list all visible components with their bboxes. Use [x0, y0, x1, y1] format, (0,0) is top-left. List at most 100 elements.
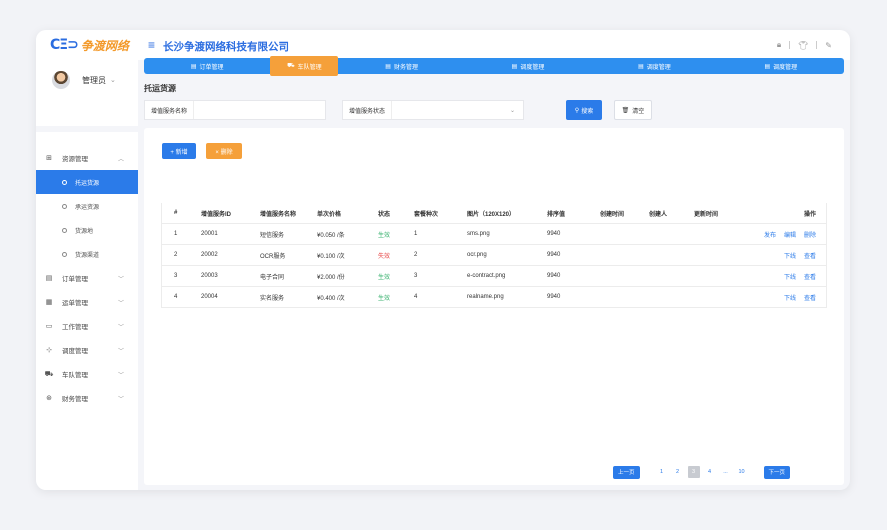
order-icon: ▤ [190, 63, 197, 70]
folder-icon: ▭ [45, 323, 53, 330]
sidebar-item-label: 工作管理 [62, 324, 88, 331]
service-id: 20004 [201, 294, 218, 300]
app-window: CΞ⊃ 争渡网络 ≡ 长沙争渡网络科技有限公司 🔒︎ 👕︎ ✎ 管理员 ⌄ ⊞ … [36, 30, 850, 490]
status-badge: 生效 [378, 274, 391, 281]
service-id: 20001 [201, 231, 218, 237]
circle-icon [62, 251, 67, 257]
service-name: 实名服务 [260, 295, 285, 302]
offline-link[interactable]: 下线 [784, 251, 796, 260]
search-button[interactable]: ⚲ 搜索 [566, 100, 602, 120]
tab-dispatch-1[interactable]: ▤ 调度管理 [465, 58, 591, 74]
dispatch-icon: ▤ [638, 63, 644, 70]
delete-button[interactable]: × 删除 [206, 143, 242, 159]
logo-mark: CΞ⊃ [50, 37, 79, 53]
sidebar-item-dispatch[interactable]: ⊹ 调度管理 ﹀ [36, 338, 138, 362]
package-count: 1 [414, 231, 418, 237]
table-row: 3 20003 电子合同 ¥2.000 /份 生效 3 e-contract.p… [162, 265, 826, 286]
sidebar: 管理员 ⌄ ⊞ 资源管理 ︿ 托运货源 承运资源 货源地 货源渠道 ▤ 订单管理… [36, 60, 138, 490]
status-badge: 生效 [378, 295, 391, 302]
column-header: 更新时间 [694, 211, 719, 218]
grid-icon: ⊞ [46, 155, 52, 162]
tab-dispatch-3[interactable]: ▤ 调度管理 [718, 58, 844, 74]
sidebar-menu: ⊞ 资源管理 ︿ 托运货源 承运资源 货源地 货源渠道 ▤ 订单管理 ﹀ ▦ 运… [36, 146, 138, 410]
prev-page-button[interactable]: 上一页 [613, 465, 640, 479]
offline-link[interactable]: 下线 [784, 272, 796, 281]
service-status-select[interactable] [392, 101, 510, 119]
column-header: 增值服务名称 [260, 211, 297, 218]
circle-icon [62, 179, 67, 185]
row-actions: 发布 编辑 删除 [764, 224, 816, 244]
sidebar-subitem-origin[interactable]: 货源地 [36, 218, 138, 242]
sidebar-item-waybill[interactable]: ▦ 运单管理 ﹀ [36, 290, 138, 314]
page-title: 托运货源 [144, 84, 176, 93]
image-name: ocr.png [467, 252, 487, 258]
sort-value: 9940 [547, 294, 561, 300]
top-icons: 🔒︎ 👕︎ ✎ [777, 40, 832, 50]
lock-icon[interactable]: 🔒︎ [777, 40, 781, 50]
circle-icon [62, 203, 67, 209]
sidebar-subitem-channel[interactable]: 货源渠道 [36, 242, 138, 266]
content-card: + 新增 × 删除 # 增值服务ID 增值服务名称 单次价格 状态 套餐种次 图… [144, 128, 844, 485]
column-header: 排序值 [547, 211, 566, 218]
sidebar-item-fleet[interactable]: ⛟ 车队管理 ﹀ [36, 362, 138, 386]
sidebar-item-work[interactable]: ▭ 工作管理 ﹀ [36, 314, 138, 338]
service-name: 短信服务 [260, 232, 285, 239]
delete-link[interactable]: 删除 [804, 230, 816, 239]
sidebar-item-order[interactable]: ▤ 订单管理 ﹀ [36, 266, 138, 290]
publish-link[interactable]: 发布 [764, 230, 776, 239]
chevron-down-icon: ﹀ [117, 396, 124, 403]
sidebar-subitem-carrier[interactable]: 承运资源 [36, 194, 138, 218]
tab-finance[interactable]: ▤ 财务管理 [338, 58, 464, 74]
status-badge: 失效 [378, 253, 391, 260]
order-icon: ▤ [45, 275, 53, 282]
logo-text: 争渡网络 [80, 38, 129, 53]
tab-label: 财务管理 [393, 64, 418, 71]
view-link[interactable]: 查看 [804, 293, 816, 302]
add-button[interactable]: + 新增 [162, 143, 196, 159]
page-3[interactable]: 3 [687, 466, 700, 478]
table-row: 2 20002 OCR服务 ¥0.100 /次 失效 2 ocr.png 994… [162, 244, 826, 265]
tab-order[interactable]: ▤ 订单管理 [144, 58, 270, 74]
avatar [52, 71, 70, 89]
menu-toggle-icon[interactable]: ≡ [148, 38, 155, 52]
service-price: ¥2.000 /份 [317, 274, 345, 281]
pagination: 上一页 1 2 3 4 ... 10 下一页 [613, 465, 791, 479]
page-4[interactable]: 4 [704, 466, 716, 478]
clear-button-label: 清空 [632, 108, 645, 115]
dispatch-icon: ▤ [764, 63, 771, 70]
shirt-icon[interactable]: 👕︎ [798, 41, 808, 50]
page-2[interactable]: 2 [672, 466, 684, 478]
view-link[interactable]: 查看 [804, 272, 816, 281]
view-link[interactable]: 查看 [804, 251, 816, 260]
tab-dispatch-2[interactable]: ▤ 调度管理 [591, 58, 717, 74]
service-name-input[interactable] [194, 101, 325, 119]
sidebar-subitem-label: 货源地 [75, 228, 94, 235]
service-id: 20002 [201, 252, 218, 258]
edit-link[interactable]: 编辑 [784, 230, 796, 239]
clear-button[interactable]: 🗑︎ 清空 [614, 100, 652, 120]
finance-icon: ⊛ [46, 395, 52, 402]
sidebar-subitem-consign[interactable]: 托运货源 [36, 170, 138, 194]
company-name: 长沙争渡网络科技有限公司 [163, 41, 289, 53]
row-actions: 下线 查看 [784, 266, 816, 286]
trash-icon: 🗑︎ [621, 107, 630, 114]
tab-fleet[interactable]: ⛟ 车队管理 [270, 56, 339, 76]
sidebar-item-resource[interactable]: ⊞ 资源管理 ︿ [36, 146, 138, 170]
page-1[interactable]: 1 [656, 466, 668, 478]
truck-icon: ⛟ [44, 370, 54, 378]
offline-link[interactable]: 下线 [784, 293, 796, 302]
column-header: 状态 [378, 211, 391, 218]
user-menu[interactable]: 管理员 ⌄ [36, 60, 138, 100]
service-status-label: 增值服务状态 [343, 101, 393, 119]
sort-value: 9940 [547, 273, 561, 279]
waybill-icon: ▦ [45, 299, 53, 306]
search-icon: ⚲ [574, 107, 580, 114]
service-status-field[interactable]: 增值服务状态 ⌄ [342, 100, 524, 120]
tab-label: 订单管理 [199, 64, 224, 71]
column-header: 操作 [803, 211, 816, 218]
next-page-button[interactable]: 下一页 [763, 465, 791, 479]
sidebar-item-finance[interactable]: ⊛ 财务管理 ﹀ [36, 386, 138, 410]
brush-icon[interactable]: ✎ [825, 41, 832, 50]
page-10[interactable]: 10 [736, 466, 748, 478]
package-count: 3 [414, 273, 418, 279]
